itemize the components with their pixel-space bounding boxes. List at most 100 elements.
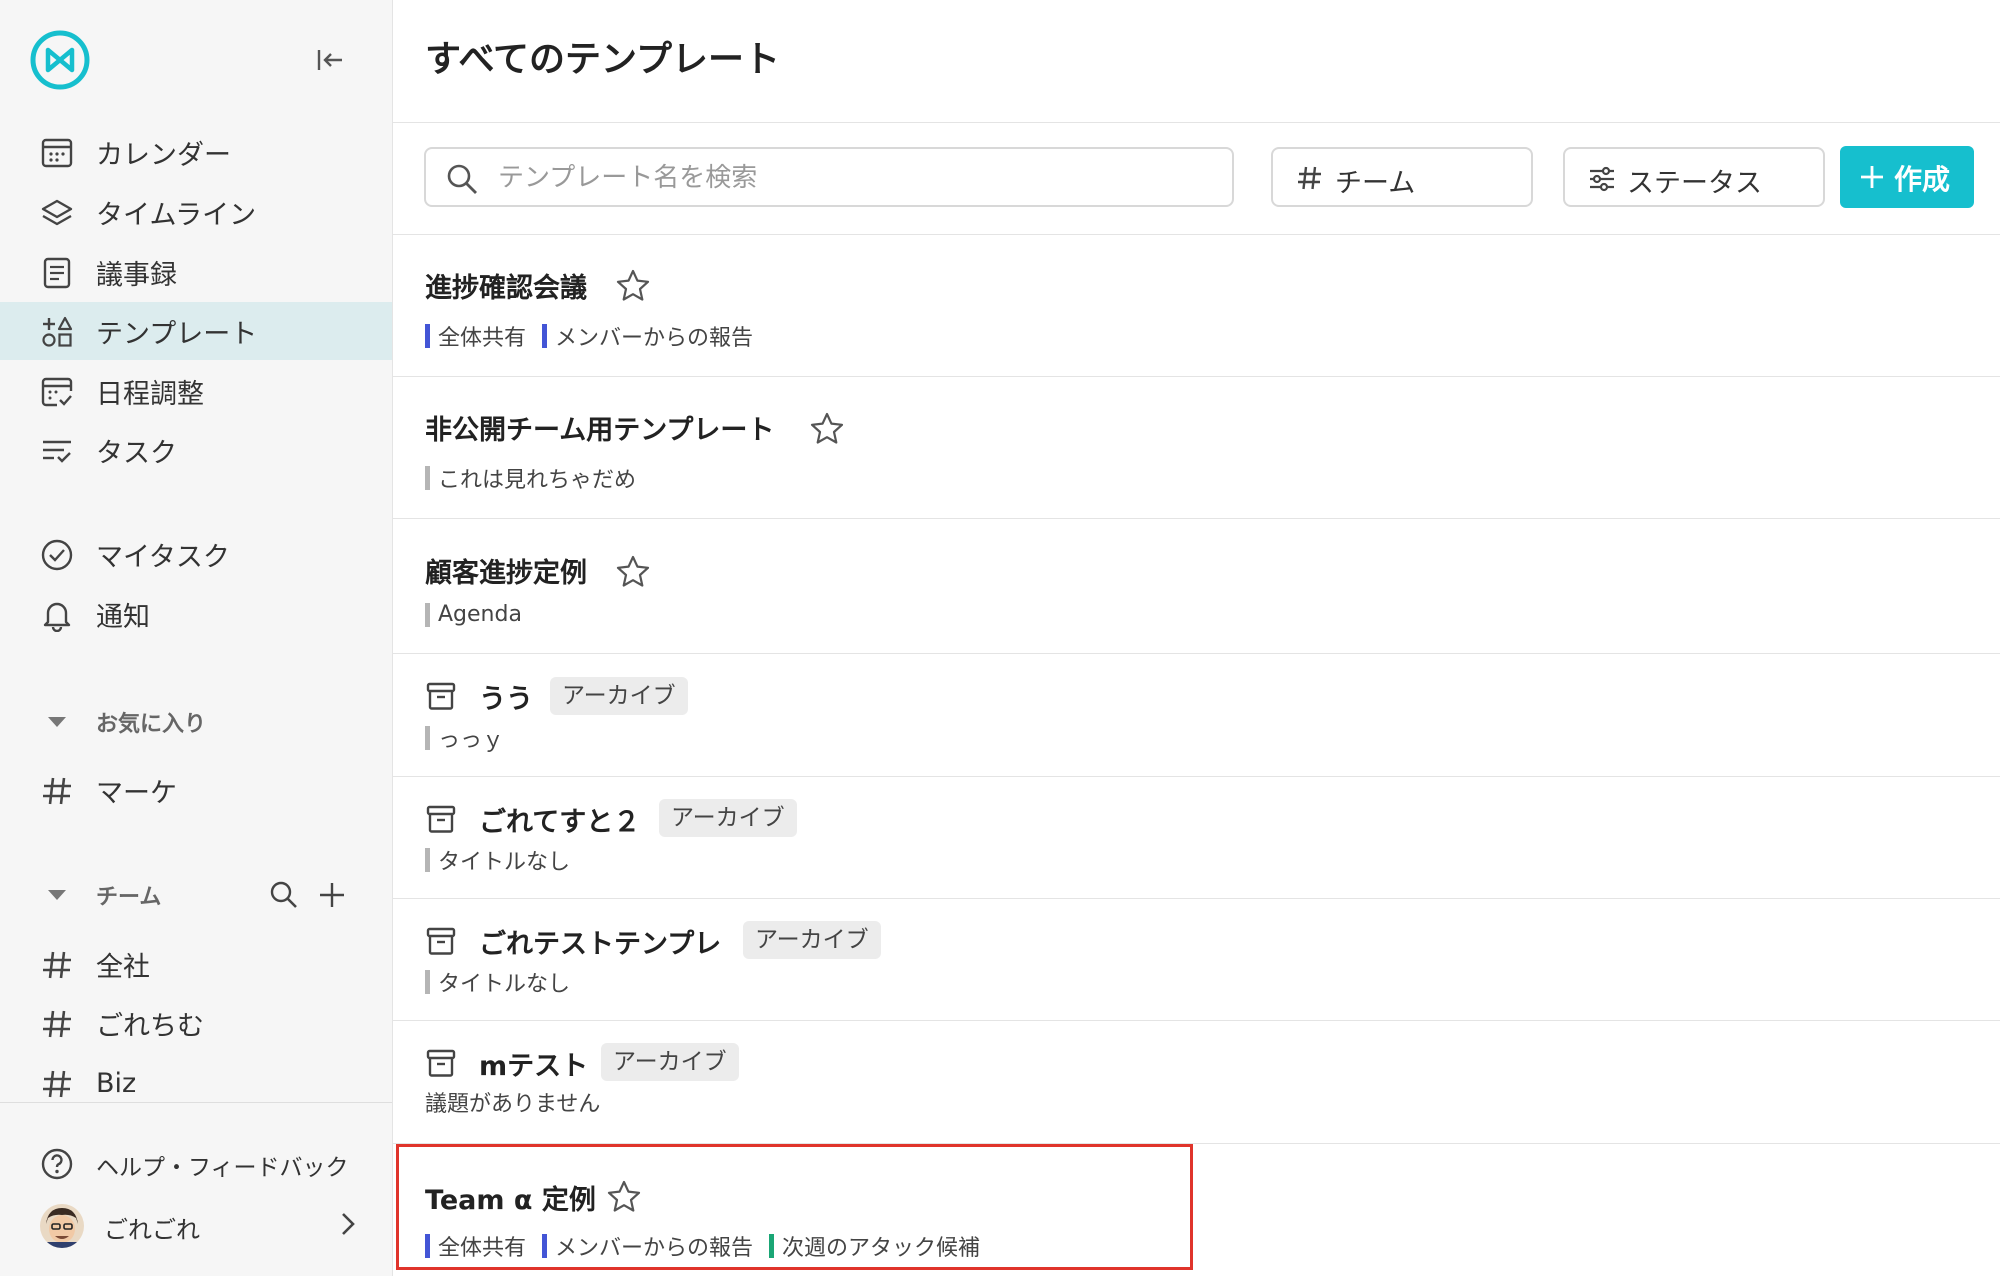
search-icon[interactable] bbox=[268, 879, 300, 911]
template-title[interactable]: ごれテストテンプレ bbox=[479, 922, 721, 961]
create-template-button[interactable]: 作成 bbox=[1840, 146, 1974, 208]
agenda-tag: タイトルなし bbox=[425, 844, 570, 876]
favorites-section-header[interactable]: お気に入り bbox=[0, 700, 392, 744]
archive-icon bbox=[425, 925, 457, 957]
check-circle-icon bbox=[40, 538, 74, 572]
sidebar-item-notifications[interactable]: 通知 bbox=[0, 585, 392, 643]
caret-down-icon bbox=[48, 890, 66, 900]
template-title[interactable]: 進捗確認会議 bbox=[425, 266, 587, 305]
archived-badge: アーカイブ bbox=[550, 677, 688, 715]
template-title[interactable]: mテスト bbox=[479, 1044, 588, 1083]
sidebar-item-label: 全社 bbox=[96, 951, 150, 983]
template-icon bbox=[40, 315, 74, 349]
collapse-left-icon[interactable] bbox=[314, 44, 346, 76]
no-agenda-note: 議題がありません bbox=[425, 1092, 601, 1117]
template-tags: タイトルなし bbox=[425, 844, 586, 876]
sliders-icon bbox=[1590, 166, 1614, 192]
tag-color-bar bbox=[425, 602, 430, 627]
schedule-check-icon bbox=[40, 375, 74, 409]
agenda-tag: Agenda bbox=[425, 602, 522, 627]
agenda-tag: タイトルなし bbox=[425, 966, 570, 998]
sidebar-item-label: 日程調整 bbox=[96, 378, 204, 410]
tag-label: タイトルなし bbox=[438, 972, 571, 997]
tag-color-bar bbox=[425, 970, 430, 994]
sidebar-item-team[interactable]: 全社 bbox=[0, 935, 392, 993]
help-icon bbox=[40, 1147, 74, 1181]
sidebar-item-team[interactable]: Biz bbox=[0, 1054, 392, 1112]
archived-badge: アーカイブ bbox=[659, 799, 797, 837]
task-list-icon bbox=[40, 434, 74, 468]
star-icon[interactable] bbox=[809, 411, 845, 447]
agenda-tag: っっｙ bbox=[425, 722, 504, 754]
hash-icon bbox=[1298, 166, 1321, 190]
sidebar-item-templates[interactable]: テンプレート bbox=[0, 302, 392, 360]
template-tags: タイトルなし bbox=[425, 966, 586, 998]
tag-label: 次週のアタック候補 bbox=[782, 1236, 981, 1261]
app-logo[interactable] bbox=[28, 28, 92, 92]
archive-icon bbox=[425, 1047, 457, 1079]
chevron-right-icon bbox=[334, 1210, 362, 1238]
tag-color-bar bbox=[769, 1234, 775, 1258]
tag-color-bar bbox=[425, 1234, 430, 1258]
plus-icon[interactable] bbox=[316, 879, 348, 911]
row-divider bbox=[393, 518, 2000, 519]
document-icon bbox=[40, 256, 74, 290]
tag-label: 全体共有 bbox=[438, 1236, 527, 1261]
template-title[interactable]: うう bbox=[479, 677, 533, 716]
tag-label: Agenda bbox=[438, 602, 522, 627]
sidebar-item-team[interactable]: ごれちむ bbox=[0, 994, 392, 1052]
star-icon[interactable] bbox=[606, 1179, 642, 1215]
sidebar-item-label: ごれちむ bbox=[96, 1010, 204, 1042]
hash-icon bbox=[40, 1007, 74, 1041]
help-feedback-link[interactable]: ヘルプ・フィードバック bbox=[0, 1136, 392, 1192]
sidebar-item-label: マイタスク bbox=[96, 541, 230, 573]
template-title[interactable]: Team α 定例 bbox=[425, 1178, 596, 1217]
status-filter-button[interactable]: ステータス bbox=[1563, 147, 1825, 207]
agenda-tag: メンバーからの報告 bbox=[542, 1230, 753, 1262]
tag-color-bar bbox=[425, 848, 430, 872]
star-icon[interactable] bbox=[615, 554, 651, 590]
search-input[interactable] bbox=[496, 159, 1220, 197]
sidebar-item-calendar[interactable]: カレンダー bbox=[0, 123, 392, 181]
star-icon[interactable] bbox=[615, 268, 651, 304]
team-filter-button[interactable]: チーム bbox=[1271, 147, 1533, 207]
main-content: すべてのテンプレート チーム ステータス 作成 進捗確認会議 全体共有 メンバー… bbox=[393, 0, 2000, 1276]
agenda-tag: 全体共有 bbox=[425, 320, 526, 352]
tag-color-bar bbox=[425, 324, 430, 348]
agenda-tag: 次週のアタック候補 bbox=[769, 1230, 980, 1262]
sidebar-item-favorite[interactable]: マーケ bbox=[0, 761, 392, 819]
sidebar-item-minutes[interactable]: 議事録 bbox=[0, 243, 392, 301]
tag-label: っっｙ bbox=[438, 728, 505, 753]
template-search-field[interactable] bbox=[424, 147, 1234, 207]
sidebar-item-label: マーケ bbox=[96, 777, 177, 809]
sidebar-item-tasks[interactable]: タスク bbox=[0, 421, 392, 479]
sidebar-item-my-tasks[interactable]: マイタスク bbox=[0, 525, 392, 583]
row-divider bbox=[393, 653, 2000, 654]
avatar bbox=[40, 1204, 84, 1248]
sidebar-item-timeline[interactable]: タイムライン bbox=[0, 183, 392, 241]
row-divider bbox=[393, 776, 2000, 777]
teams-section-header[interactable]: チーム bbox=[0, 873, 392, 917]
team-filter-label: チーム bbox=[1335, 168, 1416, 199]
template-title[interactable]: 非公開チーム用テンプレート bbox=[425, 408, 774, 447]
tag-color-bar bbox=[425, 726, 430, 750]
template-title[interactable]: ごれてすと２ bbox=[479, 800, 640, 839]
plus-icon bbox=[1861, 166, 1883, 188]
user-menu[interactable]: ごれごれ bbox=[0, 1196, 392, 1252]
caret-down-icon bbox=[48, 717, 66, 727]
teams-label: チーム bbox=[96, 885, 162, 910]
sidebar-item-label: 通知 bbox=[96, 601, 150, 633]
sidebar-item-label: 議事録 bbox=[96, 259, 177, 291]
layers-icon bbox=[40, 196, 74, 230]
create-label: 作成 bbox=[1894, 163, 1951, 196]
template-title[interactable]: 顧客進捗定例 bbox=[425, 551, 587, 590]
archived-badge: アーカイブ bbox=[743, 921, 881, 959]
tag-label: メンバーからの報告 bbox=[555, 326, 754, 351]
template-tags: Agenda bbox=[425, 602, 538, 627]
agenda-tag: メンバーからの報告 bbox=[542, 320, 753, 352]
agenda-tag: 全体共有 bbox=[425, 1230, 526, 1262]
toolbar-divider bbox=[393, 234, 2000, 235]
search-icon bbox=[447, 164, 477, 194]
row-divider bbox=[393, 1143, 2000, 1144]
sidebar-item-scheduling[interactable]: 日程調整 bbox=[0, 362, 392, 420]
